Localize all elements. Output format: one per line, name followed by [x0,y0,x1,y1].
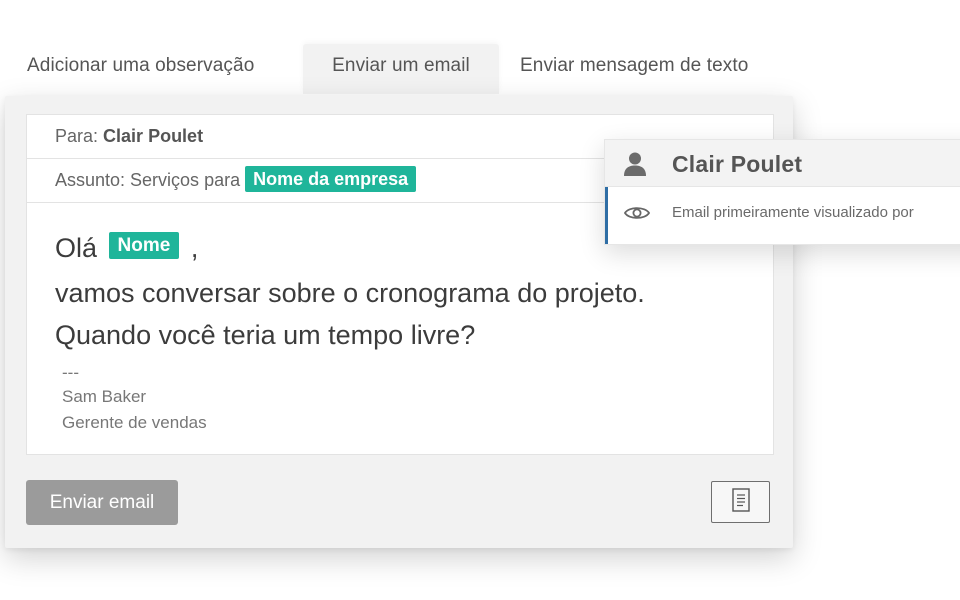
to-label: Para: [55,126,99,146]
greeting-text: Olá [55,233,98,263]
popover-info-text: Email primeiramente visualizado por [672,204,914,221]
user-icon [623,151,647,182]
popover-accent-bar [605,187,608,244]
document-icon [731,487,750,517]
body-line-3[interactable]: Quando você teria um tempo livre? [55,320,755,351]
tab-send-sms[interactable]: Enviar mensagem de texto [520,44,748,94]
company-name-tag[interactable]: Nome da empresa [245,166,417,193]
signature-separator: --- [62,363,79,382]
greeting-suffix: , [190,233,199,263]
tab-send-email[interactable]: Enviar um email [303,44,499,94]
to-recipient: Clair Poulet [103,126,204,146]
signature-title: Gerente de vendas [62,413,207,432]
template-button[interactable] [711,481,770,523]
tab-add-note[interactable]: Adicionar uma observação [27,44,254,94]
subject-label: Assunto: Serviços para [55,170,241,190]
contact-popover: Clair Poulet Email primeiramente visuali… [604,139,960,245]
eye-icon [623,204,651,227]
popover-contact-name[interactable]: Clair Poulet [672,151,802,178]
popover-header: Clair Poulet [605,140,960,187]
name-tag[interactable]: Nome [108,232,180,260]
signature-name: Sam Baker [62,387,147,406]
body-line-2[interactable]: vamos conversar sobre o cronograma do pr… [55,278,755,309]
send-email-button[interactable]: Enviar email [26,480,178,525]
